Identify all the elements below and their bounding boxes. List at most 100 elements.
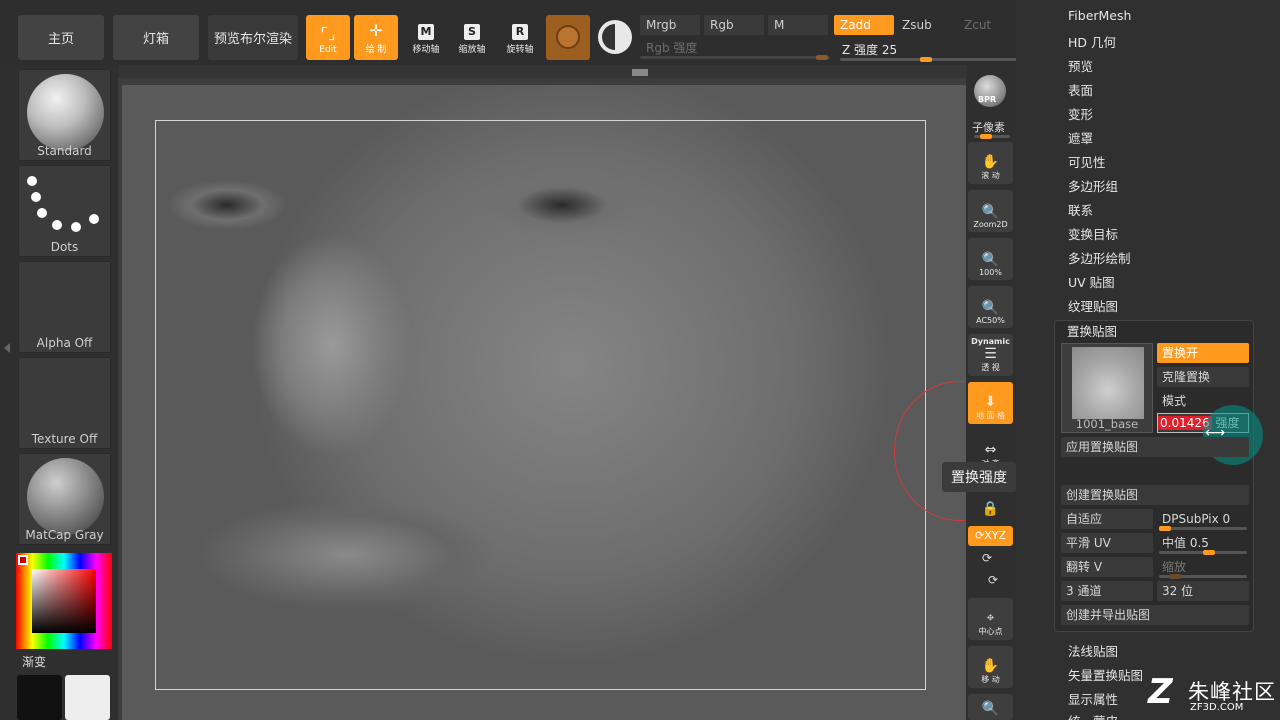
rgb-button[interactable]: Rgb — [704, 15, 764, 35]
rotate-mode-button[interactable]: R 旋转轴 — [498, 15, 542, 60]
color-saturation-square[interactable] — [32, 569, 96, 633]
zoom-ac50-button[interactable]: 🔍 AC50% — [968, 286, 1013, 328]
adaptive-toggle[interactable]: 自适应 — [1061, 509, 1153, 529]
z-intensity-slider[interactable]: Z 强度 25 — [842, 41, 897, 58]
z-rotate-icon[interactable]: ⟳ — [988, 573, 998, 587]
watermark: Z 朱峰社区 ZF3D.COM — [1148, 674, 1278, 718]
canvas-scrollbar[interactable] — [118, 65, 966, 78]
menu-surface[interactable]: 表面 — [1068, 80, 1093, 99]
document-canvas[interactable] — [118, 65, 966, 720]
brush-selector[interactable]: Standard — [18, 69, 111, 161]
menu-visibility[interactable]: 可见性 — [1068, 152, 1106, 171]
stroke-dot — [27, 176, 37, 186]
tab-lightbox[interactable]: 灯箱 — [113, 15, 199, 60]
move-icon: M — [418, 24, 434, 40]
tab-home[interactable]: 主页 — [18, 15, 104, 60]
subpixel-slider[interactable] — [974, 134, 1010, 139]
menu-deformation[interactable]: 变形 — [1068, 104, 1093, 123]
menu-vector-displacement-map[interactable]: 矢量置换贴图 — [1068, 665, 1143, 684]
zcut-button[interactable]: Zcut — [958, 15, 1008, 35]
mrgb-button[interactable]: Mrgb — [640, 15, 700, 35]
zadd-button[interactable]: Zadd — [834, 15, 894, 35]
zoom2d-button[interactable]: 🔍 Zoom2D — [968, 190, 1013, 232]
zsub-button[interactable]: Zsub — [896, 15, 956, 35]
color-mode-toggle[interactable] — [598, 20, 632, 54]
dpsubpix-knob[interactable] — [1159, 526, 1171, 531]
channels-toggle[interactable]: 3 通道 — [1061, 581, 1153, 601]
move-view-button[interactable]: ✋ 移 动 — [968, 646, 1013, 688]
m-button[interactable]: M — [768, 15, 828, 35]
edit-mode-button[interactable]: ⌜⌟ Edit — [306, 15, 350, 60]
menu-texture-map[interactable]: 纹理贴图 — [1068, 296, 1118, 315]
xyz-rotate-button[interactable]: ⟳XYZ — [968, 526, 1013, 546]
perspective-button[interactable]: Dynamic ☰ 透 视 — [968, 334, 1013, 376]
displacement-on-toggle[interactable]: 置换开 — [1157, 343, 1249, 363]
secondary-color-swatch[interactable] — [17, 675, 62, 720]
scroll-view-button[interactable]: ✋ 滚 动 — [968, 142, 1013, 184]
collapse-left-arrow-icon[interactable] — [4, 343, 10, 353]
dpsubpix-slider[interactable]: DPSubPix 0 — [1157, 509, 1249, 529]
menu-normal-map[interactable]: 法线贴图 — [1068, 641, 1118, 660]
create-displacement-button[interactable]: 创建置换贴图 — [1061, 485, 1249, 505]
create-export-map-button[interactable]: 创建并导出贴图 — [1061, 605, 1249, 625]
smooth-uv-toggle[interactable]: 平滑 UV — [1061, 533, 1153, 553]
material-selector[interactable]: MatCap Gray — [18, 453, 111, 545]
move-mode-button[interactable]: M 移动轴 — [404, 15, 448, 60]
mid-value-track[interactable] — [1159, 550, 1247, 555]
clone-displacement-button[interactable]: 克隆置换 — [1157, 367, 1249, 387]
subpixel-label[interactable]: 子像素 — [972, 119, 1005, 135]
y-rotate-icon[interactable]: ⟳ — [982, 551, 992, 565]
bit-depth-toggle[interactable]: 32 位 — [1157, 581, 1249, 601]
floor-grid-button[interactable]: ⬇ 地 面 格 — [968, 382, 1013, 424]
menu-preview[interactable]: 预览 — [1068, 56, 1093, 75]
material-swatch-button[interactable] — [546, 15, 590, 60]
zoom-100-button[interactable]: 🔍 100% — [968, 238, 1013, 280]
menu-polygroups[interactable]: 多边形组 — [1068, 176, 1118, 195]
tool-palette: FiberMesh HD 几何 预览 表面 变形 遮罩 可见性 多边形组 联系 … — [1016, 0, 1280, 720]
mid-value-knob[interactable] — [1203, 550, 1215, 555]
rgb-intensity-knob[interactable] — [816, 55, 828, 60]
align-icon: ⇔ — [984, 442, 997, 458]
center-point-button[interactable]: ⌖ 中心点 — [968, 598, 1013, 640]
matcap-sphere-icon — [27, 458, 104, 535]
texture-selector[interactable]: Texture Off — [18, 357, 111, 449]
floor-grid-icon: ⬇ — [984, 394, 997, 410]
menu-display-properties[interactable]: 显示属性 — [1068, 689, 1118, 708]
displacement-map-thumbnail[interactable]: 1001_base — [1061, 343, 1153, 433]
menu-masking[interactable]: 遮罩 — [1068, 128, 1093, 147]
scale-mode-button[interactable]: S 缩放轴 — [450, 15, 494, 60]
tooltip-displacement-intensity: 置换强度 — [942, 462, 1016, 492]
menu-uv-map[interactable]: UV 贴图 — [1068, 272, 1115, 291]
canvas-scroll-thumb[interactable] — [632, 69, 648, 76]
z-intensity-track[interactable] — [840, 57, 1020, 62]
gradient-label[interactable]: 渐变 — [22, 653, 46, 670]
stroke-selector[interactable]: Dots — [18, 165, 111, 257]
color-picker[interactable] — [16, 553, 112, 649]
menu-polypaint[interactable]: 多边形绘制 — [1068, 248, 1131, 267]
bpr-render-button[interactable]: BPR — [974, 75, 1006, 107]
menu-unified-skin[interactable]: 统一蒙皮 — [1068, 711, 1118, 720]
xyz-rotate-icon: ⟳ — [974, 529, 985, 542]
scale-knob[interactable] — [1169, 574, 1181, 579]
document-frame — [155, 120, 926, 690]
scale-track[interactable] — [1159, 574, 1247, 579]
right-view-strip: BPR 子像素 ✋ 滚 动 🔍 Zoom2D 🔍 100% 🔍 AC50% Dynami… — [966, 65, 1026, 720]
dpsubpix-track[interactable] — [1159, 526, 1247, 531]
rgb-intensity-track[interactable] — [640, 55, 830, 60]
alpha-selector[interactable]: Alpha Off — [18, 261, 111, 353]
flip-v-toggle[interactable]: 翻转 V — [1061, 557, 1153, 577]
menu-fibermesh[interactable]: FiberMesh — [1068, 8, 1131, 23]
menu-morph-target[interactable]: 变换目标 — [1068, 224, 1118, 243]
draw-mode-button[interactable]: ✛ 绘 制 — [354, 15, 398, 60]
z-intensity-knob[interactable] — [920, 57, 932, 62]
menu-displacement-map[interactable]: 置换贴图 — [1067, 321, 1117, 340]
menu-hd-geometry[interactable]: HD 几何 — [1068, 32, 1116, 51]
subpixel-knob[interactable] — [980, 134, 992, 139]
main-color-swatch[interactable] — [65, 675, 110, 720]
zoom-view-button[interactable]: 🔍 — [968, 694, 1013, 720]
tab-preview-boolean-render[interactable]: 预览布尔渲染 — [208, 15, 298, 60]
apply-displacement-button[interactable]: 应用置换贴图 — [1061, 437, 1249, 457]
rgb-intensity-slider[interactable]: Rgb 强度 — [640, 38, 830, 58]
menu-contact[interactable]: 联系 — [1068, 200, 1093, 219]
stroke-dot — [71, 222, 81, 232]
